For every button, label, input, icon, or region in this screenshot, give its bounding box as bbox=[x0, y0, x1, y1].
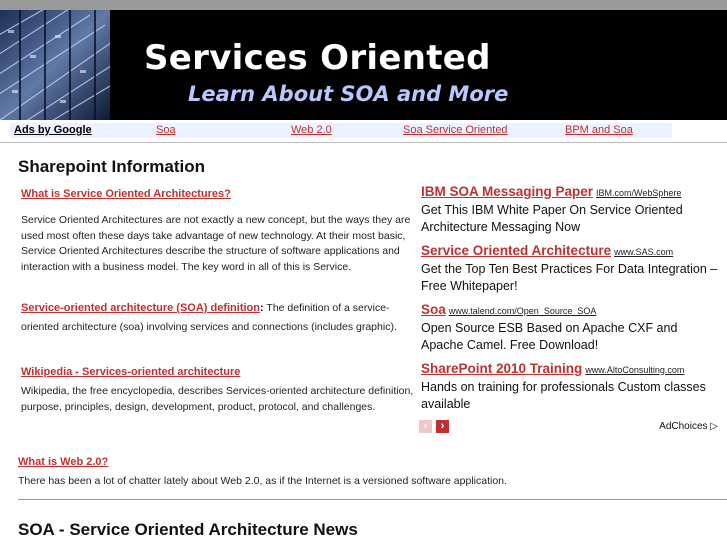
ad-link-bar: Ads by Google Soa Web 2.0 Soa Service Or… bbox=[10, 123, 672, 138]
adchoices-icon: ▷ bbox=[710, 421, 718, 432]
adchoices-label: AdChoices bbox=[659, 421, 708, 432]
article-link-soa-definition[interactable]: Service-oriented architecture (SOA) defi… bbox=[21, 302, 260, 314]
google-ad-panel: IBM SOA Messaging Paper IBM.com/WebSphere… bbox=[417, 181, 722, 435]
ad-title-sas[interactable]: Service Oriented Architecture www.SAS.com bbox=[421, 243, 673, 258]
article-text-soa-definition: oriented architecture (soa) involving se… bbox=[21, 321, 397, 333]
link-bar-item-web20[interactable]: Web 2.0 bbox=[291, 124, 332, 136]
ad-next-button[interactable]: › bbox=[436, 420, 449, 433]
article-text-what-is-web20: There has been a lot of chatter lately a… bbox=[18, 475, 507, 487]
ad-title-text[interactable]: IBM SOA Messaging Paper bbox=[421, 184, 593, 199]
ad-title-alto[interactable]: SharePoint 2010 Training www.AltoConsulti… bbox=[421, 361, 684, 376]
site-tagline: Learn About SOA and More bbox=[188, 82, 509, 106]
article-link-what-is-soa[interactable]: What is Service Oriented Architectures? bbox=[21, 188, 231, 200]
link-bar-item-soa[interactable]: Soa bbox=[156, 124, 176, 136]
ad-title-text[interactable]: SharePoint 2010 Training bbox=[421, 361, 582, 376]
chevron-left-icon: ‹ bbox=[423, 420, 428, 432]
article-inline-text-soa-definition: The definition of a service- bbox=[263, 302, 390, 314]
link-bar-item-soa-service-oriented[interactable]: Soa Service Oriented bbox=[403, 124, 508, 136]
ad-title-ibm-soa[interactable]: IBM SOA Messaging Paper IBM.com/WebSphere bbox=[421, 184, 681, 199]
article-link-wikipedia-soa[interactable]: Wikipedia - Services-oriented architectu… bbox=[21, 366, 240, 378]
server-rack-image bbox=[0, 10, 110, 120]
section-divider bbox=[18, 499, 727, 500]
ad-url[interactable]: www.talend.com/Open_Source_SOA bbox=[449, 306, 597, 316]
ad-prev-button[interactable]: ‹ bbox=[419, 420, 432, 433]
article-line-soa-definition: Service-oriented architecture (SOA) defi… bbox=[21, 302, 414, 314]
article-link-what-is-web20[interactable]: What is Web 2.0? bbox=[18, 456, 108, 468]
chevron-right-icon: › bbox=[440, 420, 445, 432]
ad-description: Get the Top Ten Best Practices For Data … bbox=[421, 262, 718, 293]
site-banner: Services Oriented Learn About SOA and Mo… bbox=[0, 10, 727, 120]
ad-url[interactable]: www.SAS.com bbox=[614, 247, 673, 257]
ad-url[interactable]: IBM.com/WebSphere bbox=[596, 188, 681, 198]
ad-url[interactable]: www.AltoConsulting.com bbox=[585, 365, 684, 375]
ad-title-text[interactable]: Service Oriented Architecture bbox=[421, 243, 611, 258]
top-strip bbox=[0, 0, 727, 10]
link-bar-item-bpm-soa[interactable]: BPM and Soa bbox=[565, 124, 633, 136]
ad-title-talend[interactable]: Soa www.talend.com/Open_Source_SOA bbox=[421, 302, 596, 317]
article-text-wikipedia-soa: Wikipedia, the free encyclopedia, descri… bbox=[21, 385, 414, 413]
ad-title-text[interactable]: Soa bbox=[421, 302, 446, 317]
header-divider bbox=[0, 142, 727, 143]
ad-description: Hands on training for professionals Cust… bbox=[421, 380, 706, 411]
page-heading: Sharepoint Information bbox=[18, 157, 205, 176]
ad-description: Get This IBM White Paper On Service Orie… bbox=[421, 203, 683, 234]
site-title: Services Oriented bbox=[144, 38, 491, 78]
ads-by-google-link[interactable]: Ads by Google bbox=[14, 124, 92, 136]
article-text-what-is-soa: Service Oriented Architectures are not e… bbox=[21, 214, 411, 273]
ad-description: Open Source ESB Based on Apache CXF and … bbox=[421, 321, 678, 352]
news-heading: SOA - Service Oriented Architecture News bbox=[18, 520, 358, 539]
adchoices-link[interactable]: AdChoices ▷ bbox=[659, 421, 718, 432]
